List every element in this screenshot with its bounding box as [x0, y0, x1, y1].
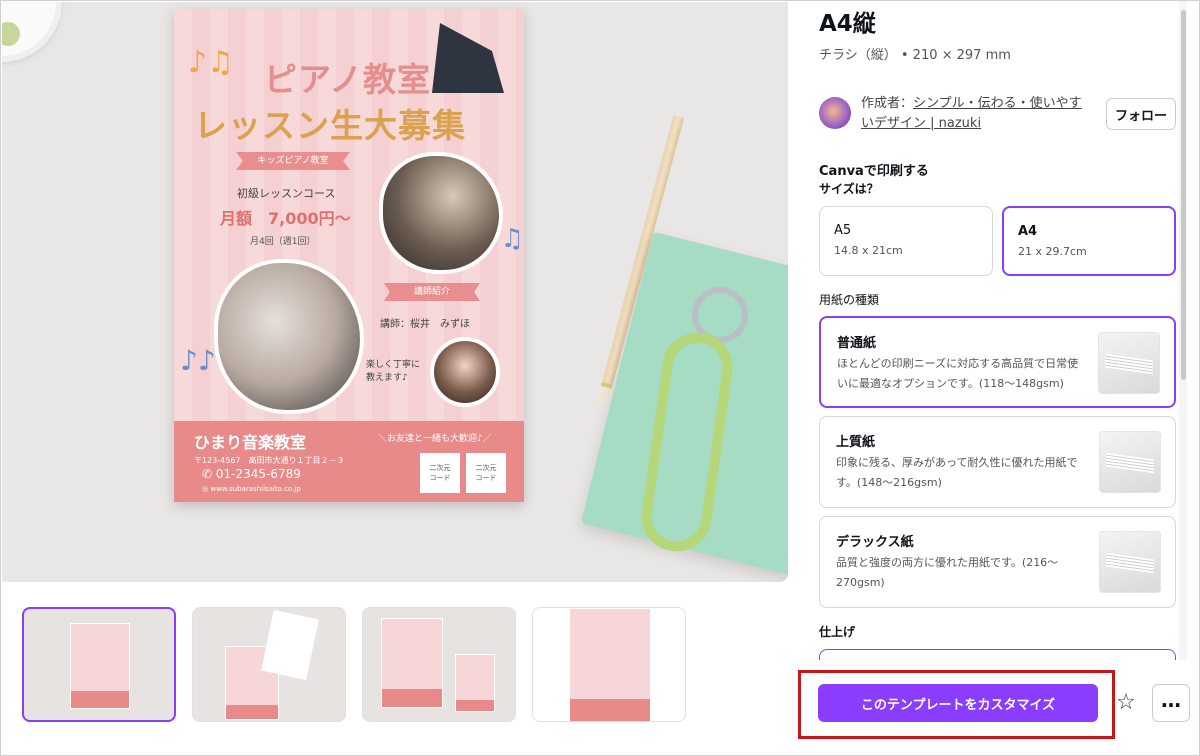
school-address: 〒123-4567 高田市大通り１丁目２－３ [194, 456, 345, 465]
thumbnail-flyer [381, 618, 443, 708]
school-name: ひまり音楽教室 [194, 433, 307, 452]
size-option-a4[interactable]: A4 21 x 29.7cm [1002, 206, 1176, 276]
student-photo [379, 152, 503, 274]
school-phone: ✆ 01-2345-6789 [202, 467, 301, 481]
music-note-icon: ♪♫ [188, 45, 235, 80]
flyer-footer: ひまり音楽教室 〒123-4567 高田市大通り１丁目２－３ ✆ 01-2345… [174, 421, 524, 502]
thumbnail-flyer [569, 608, 651, 721]
format-subtitle: チラシ（縦） • 210 × 297 mm [819, 48, 1011, 63]
star-icon[interactable]: ☆ [1112, 688, 1140, 718]
page-title: A4縦 [819, 11, 876, 37]
phone-icon: ✆ [202, 467, 216, 481]
paper-description: ほとんどの印刷ニーズに対応する高品質で日常使いに最適なオプションです。(118〜… [837, 357, 1079, 390]
template-preview: ♪♫ ♪♫ ♪♪ ピアノ教室 レッスン生大募集 キッズピアノ教室 初級レッスンコ… [2, 2, 788, 582]
paper-option-standard[interactable]: 普通紙 ほとんどの印刷ニーズに対応する高品質で日常使いに最適なオプションです。(… [819, 316, 1176, 408]
more-options-icon[interactable]: … [1152, 684, 1190, 722]
size-question: サイズは？ [819, 182, 879, 196]
flyer-price: 月額 7,000円～ [220, 209, 351, 228]
teacher-photo [430, 337, 500, 407]
flyer-course: 初級レッスンコース [237, 187, 336, 200]
thumbnail-1[interactable] [22, 607, 176, 722]
flyer-ribbon: キッズピアノ教室 [236, 152, 350, 170]
welcome-text: ＼お友達と一緒も大歓迎♪／ [378, 434, 492, 444]
thumbnail-2[interactable] [192, 607, 346, 722]
thumbnail-3[interactable] [362, 607, 516, 722]
flyer-frequency: 月4回（週1回） [250, 237, 316, 247]
qr-placeholder: 二次元 コード [420, 453, 460, 493]
flyer-headline: レッスン生大募集 [194, 106, 466, 145]
lesson-photo [214, 259, 364, 414]
thumbnail-flyer [70, 623, 130, 709]
paper-stack-image [1098, 332, 1160, 394]
flyer-title: ピアノ教室 [264, 60, 432, 99]
paper-description: 印象に残る、厚みがあって耐久性に優れた用紙です。(148〜216gsm) [836, 456, 1078, 489]
piano-icon [432, 23, 504, 93]
thumbnail-flyer-small [455, 654, 495, 712]
paper-name: 普通紙 [837, 336, 877, 351]
paper-option-deluxe[interactable]: デラックス紙 品質と強度の両方に優れた用紙です。(216〜270gsm) [819, 516, 1176, 608]
phone-number: 01-2345-6789 [215, 467, 301, 481]
follow-button[interactable]: フォロー [1106, 98, 1176, 130]
size-dimensions: 14.8 x 21cm [834, 244, 903, 257]
size-option-a5[interactable]: A5 14.8 x 21cm [819, 206, 993, 276]
flyer-ribbon: 講師紹介 [384, 283, 480, 301]
customize-template-button[interactable]: このテンプレートをカスタマイズ [818, 684, 1098, 722]
paper-name: デラックス紙 [836, 535, 914, 550]
flyer-image: ♪♫ ♪♫ ♪♪ ピアノ教室 レッスン生大募集 キッズピアノ教室 初級レッスンコ… [174, 9, 524, 502]
finish-option[interactable] [819, 649, 1176, 660]
paper-option-premium[interactable]: 上質紙 印象に残る、厚みがあって耐久性に優れた用紙です。(148〜216gsm) [819, 416, 1176, 508]
print-heading: Canvaで印刷する [819, 164, 929, 179]
size-name: A4 [1018, 224, 1038, 239]
author-line: 作成者：シンプル・伝わる・使いやすいデザイン | nazuki [861, 94, 1093, 134]
flyer-message: 楽しく丁寧に 教えます♪ [366, 360, 421, 383]
paper-stack-image [1099, 531, 1161, 593]
paper-name: 上質紙 [836, 435, 876, 450]
author-prefix: 作成者： [861, 96, 914, 111]
finish-heading: 仕上げ [819, 625, 856, 639]
music-note-icon: ♪♪ [180, 344, 216, 377]
size-name: A5 [834, 223, 852, 238]
flyer-teacher: 講師：桜井 みずほ [380, 319, 470, 330]
blank-paper [261, 609, 319, 681]
size-dimensions: 21 x 29.7cm [1018, 245, 1087, 258]
paper-description: 品質と強度の両方に優れた用紙です。(216〜270gsm) [836, 556, 1059, 589]
scrollbar-thumb[interactable] [1181, 10, 1186, 380]
paper-heading: 用紙の種類 [819, 293, 880, 307]
details-panel: A4縦 チラシ（縦） • 210 × 297 mm 作成者：シンプル・伝わる・使… [801, 0, 1185, 660]
thumbnail-4[interactable] [532, 607, 686, 722]
qr-placeholder: 二次元 コード [466, 453, 506, 493]
school-url: ◎ www.subarashiisaito.co.jp [202, 485, 301, 493]
url-text: www.subarashiisaito.co.jp [210, 485, 301, 493]
paper-stack-image [1099, 431, 1161, 493]
author-avatar[interactable] [819, 97, 851, 129]
